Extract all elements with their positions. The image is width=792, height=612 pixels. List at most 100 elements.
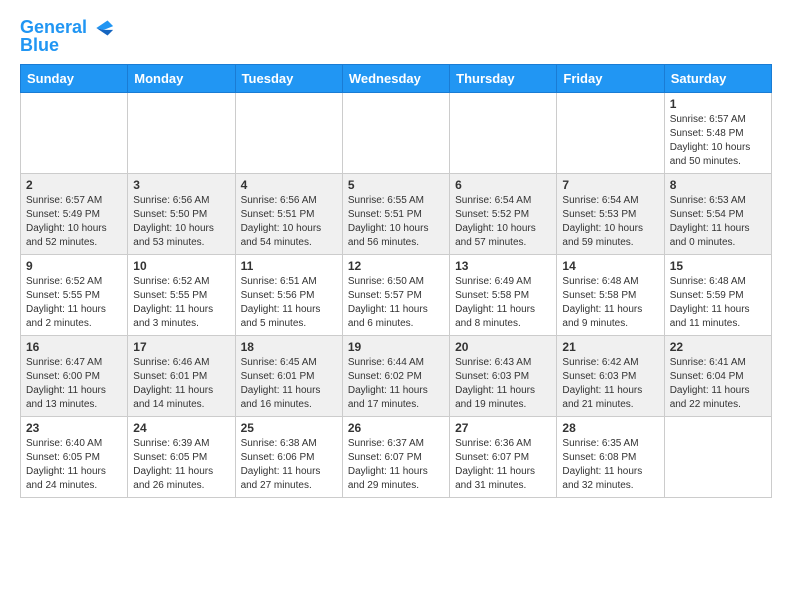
- day-number: 23: [26, 421, 122, 435]
- day-number: 14: [562, 259, 658, 273]
- calendar-day-header: Tuesday: [235, 64, 342, 92]
- calendar-day-cell: 11 Sunrise: 6:51 AM Sunset: 5:56 PM Dayli…: [235, 254, 342, 335]
- calendar-day-header: Sunday: [21, 64, 128, 92]
- calendar-day-cell: 20 Sunrise: 6:43 AM Sunset: 6:03 PM Dayli…: [450, 335, 557, 416]
- logo-blue-text: Blue: [20, 36, 59, 56]
- day-number: 19: [348, 340, 444, 354]
- logo-bird-icon: [87, 16, 115, 40]
- logo: General Blue: [20, 16, 115, 56]
- calendar-week-row: 2 Sunrise: 6:57 AM Sunset: 5:49 PM Daylig…: [21, 173, 772, 254]
- calendar-day-header: Monday: [128, 64, 235, 92]
- calendar-week-row: 1Sunrise: 6:57 AM Sunset: 5:48 PM Daylig…: [21, 92, 772, 173]
- calendar-day-cell: 3 Sunrise: 6:56 AM Sunset: 5:50 PM Daylig…: [128, 173, 235, 254]
- calendar-day-cell: 26Sunrise: 6:37 AM Sunset: 6:07 PM Dayli…: [342, 416, 449, 497]
- calendar-day-cell: 5 Sunrise: 6:55 AM Sunset: 5:51 PM Daylig…: [342, 173, 449, 254]
- day-info: Sunrise: 6:40 AM Sunset: 6:05 PM Dayligh…: [26, 437, 122, 493]
- day-info: Sunrise: 6:52 AM Sunset: 5:55 PM Dayligh…: [26, 275, 122, 331]
- calendar-day-header: Saturday: [664, 64, 771, 92]
- day-number: 22: [670, 340, 766, 354]
- day-number: 18: [241, 340, 337, 354]
- day-number: 7: [562, 178, 658, 192]
- day-number: 21: [562, 340, 658, 354]
- day-number: 5: [348, 178, 444, 192]
- calendar-day-cell: [664, 416, 771, 497]
- day-number: 8: [670, 178, 766, 192]
- calendar-day-cell: 22 Sunrise: 6:41 AM Sunset: 6:04 PM Dayli…: [664, 335, 771, 416]
- calendar-day-cell: 28 Sunrise: 6:35 AM Sunset: 6:08 PM Dayli…: [557, 416, 664, 497]
- calendar-day-cell: 10 Sunrise: 6:52 AM Sunset: 5:55 PM Dayli…: [128, 254, 235, 335]
- calendar-day-cell: 25 Sunrise: 6:38 AM Sunset: 6:06 PM Dayli…: [235, 416, 342, 497]
- day-number: 24: [133, 421, 229, 435]
- calendar-day-cell: [557, 92, 664, 173]
- day-info: Sunrise: 6:54 AM Sunset: 5:52 PM Dayligh…: [455, 194, 551, 250]
- calendar-day-cell: [450, 92, 557, 173]
- calendar-header-row: SundayMondayTuesdayWednesdayThursdayFrid…: [21, 64, 772, 92]
- day-info: Sunrise: 6:38 AM Sunset: 6:06 PM Dayligh…: [241, 437, 337, 493]
- day-info: Sunrise: 6:39 AM Sunset: 6:05 PM Dayligh…: [133, 437, 229, 493]
- calendar-day-cell: 14 Sunrise: 6:48 AM Sunset: 5:58 PM Dayli…: [557, 254, 664, 335]
- day-info: Sunrise: 6:45 AM Sunset: 6:01 PM Dayligh…: [241, 356, 337, 412]
- day-number: 3: [133, 178, 229, 192]
- calendar-day-cell: 7 Sunrise: 6:54 AM Sunset: 5:53 PM Daylig…: [557, 173, 664, 254]
- day-info: Sunrise: 6:37 AM Sunset: 6:07 PM Dayligh…: [348, 437, 444, 493]
- day-number: 16: [26, 340, 122, 354]
- day-info: Sunrise: 6:46 AM Sunset: 6:01 PM Dayligh…: [133, 356, 229, 412]
- calendar-day-cell: 27 Sunrise: 6:36 AM Sunset: 6:07 PM Dayli…: [450, 416, 557, 497]
- calendar-day-cell: 21Sunrise: 6:42 AM Sunset: 6:03 PM Dayli…: [557, 335, 664, 416]
- calendar-day-cell: [128, 92, 235, 173]
- calendar-day-cell: 16Sunrise: 6:47 AM Sunset: 6:00 PM Dayli…: [21, 335, 128, 416]
- day-info: Sunrise: 6:57 AM Sunset: 5:49 PM Dayligh…: [26, 194, 122, 250]
- day-info: Sunrise: 6:35 AM Sunset: 6:08 PM Dayligh…: [562, 437, 658, 493]
- calendar-day-cell: [235, 92, 342, 173]
- day-number: 15: [670, 259, 766, 273]
- day-number: 25: [241, 421, 337, 435]
- day-info: Sunrise: 6:54 AM Sunset: 5:53 PM Dayligh…: [562, 194, 658, 250]
- calendar-week-row: 23 Sunrise: 6:40 AM Sunset: 6:05 PM Dayli…: [21, 416, 772, 497]
- day-number: 27: [455, 421, 551, 435]
- calendar-day-cell: 23 Sunrise: 6:40 AM Sunset: 6:05 PM Dayli…: [21, 416, 128, 497]
- day-number: 11: [241, 259, 337, 273]
- day-info: Sunrise: 6:44 AM Sunset: 6:02 PM Dayligh…: [348, 356, 444, 412]
- day-info: Sunrise: 6:43 AM Sunset: 6:03 PM Dayligh…: [455, 356, 551, 412]
- calendar-day-cell: 8 Sunrise: 6:53 AM Sunset: 5:54 PM Daylig…: [664, 173, 771, 254]
- day-number: 1: [670, 97, 766, 111]
- day-info: Sunrise: 6:51 AM Sunset: 5:56 PM Dayligh…: [241, 275, 337, 331]
- day-number: 10: [133, 259, 229, 273]
- day-number: 6: [455, 178, 551, 192]
- calendar-table: SundayMondayTuesdayWednesdayThursdayFrid…: [20, 64, 772, 498]
- calendar-day-header: Thursday: [450, 64, 557, 92]
- calendar-day-cell: 4 Sunrise: 6:56 AM Sunset: 5:51 PM Daylig…: [235, 173, 342, 254]
- day-info: Sunrise: 6:36 AM Sunset: 6:07 PM Dayligh…: [455, 437, 551, 493]
- day-number: 20: [455, 340, 551, 354]
- calendar-day-cell: 19 Sunrise: 6:44 AM Sunset: 6:02 PM Dayli…: [342, 335, 449, 416]
- day-info: Sunrise: 6:52 AM Sunset: 5:55 PM Dayligh…: [133, 275, 229, 331]
- day-info: Sunrise: 6:50 AM Sunset: 5:57 PM Dayligh…: [348, 275, 444, 331]
- calendar-day-header: Friday: [557, 64, 664, 92]
- calendar-week-row: 9 Sunrise: 6:52 AM Sunset: 5:55 PM Daylig…: [21, 254, 772, 335]
- calendar-day-cell: 24 Sunrise: 6:39 AM Sunset: 6:05 PM Dayli…: [128, 416, 235, 497]
- calendar-day-cell: 12 Sunrise: 6:50 AM Sunset: 5:57 PM Dayli…: [342, 254, 449, 335]
- day-info: Sunrise: 6:41 AM Sunset: 6:04 PM Dayligh…: [670, 356, 766, 412]
- calendar-day-header: Wednesday: [342, 64, 449, 92]
- calendar-day-cell: 13 Sunrise: 6:49 AM Sunset: 5:58 PM Dayli…: [450, 254, 557, 335]
- day-info: Sunrise: 6:48 AM Sunset: 5:58 PM Dayligh…: [562, 275, 658, 331]
- day-info: Sunrise: 6:48 AM Sunset: 5:59 PM Dayligh…: [670, 275, 766, 331]
- day-info: Sunrise: 6:53 AM Sunset: 5:54 PM Dayligh…: [670, 194, 766, 250]
- calendar-day-cell: [342, 92, 449, 173]
- page-header: General Blue: [20, 16, 772, 56]
- day-number: 9: [26, 259, 122, 273]
- calendar-week-row: 16Sunrise: 6:47 AM Sunset: 6:00 PM Dayli…: [21, 335, 772, 416]
- calendar-day-cell: 6 Sunrise: 6:54 AM Sunset: 5:52 PM Daylig…: [450, 173, 557, 254]
- day-info: Sunrise: 6:55 AM Sunset: 5:51 PM Dayligh…: [348, 194, 444, 250]
- day-number: 4: [241, 178, 337, 192]
- calendar-day-cell: [21, 92, 128, 173]
- day-number: 13: [455, 259, 551, 273]
- day-number: 2: [26, 178, 122, 192]
- day-info: Sunrise: 6:56 AM Sunset: 5:51 PM Dayligh…: [241, 194, 337, 250]
- day-number: 28: [562, 421, 658, 435]
- day-number: 12: [348, 259, 444, 273]
- calendar-day-cell: 17Sunrise: 6:46 AM Sunset: 6:01 PM Dayli…: [128, 335, 235, 416]
- day-info: Sunrise: 6:49 AM Sunset: 5:58 PM Dayligh…: [455, 275, 551, 331]
- day-info: Sunrise: 6:56 AM Sunset: 5:50 PM Dayligh…: [133, 194, 229, 250]
- calendar-day-cell: 15 Sunrise: 6:48 AM Sunset: 5:59 PM Dayli…: [664, 254, 771, 335]
